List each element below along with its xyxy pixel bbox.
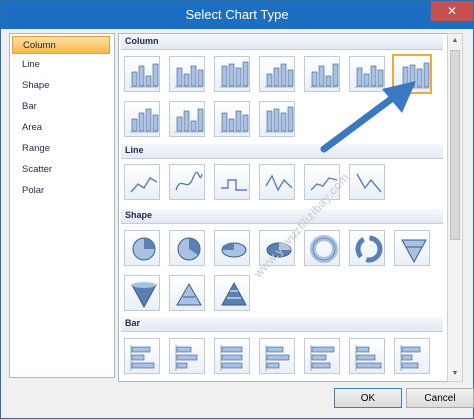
chart-type-line-1[interactable] — [124, 164, 160, 200]
category-item-bar[interactable]: Bar — [12, 98, 110, 116]
chart-type-bar-7[interactable] — [394, 338, 430, 374]
chart-type-line-2[interactable] — [169, 164, 205, 200]
ok-button[interactable]: OK — [334, 388, 402, 408]
chart-thumbnail-icon — [356, 173, 382, 193]
chart-type-column-10[interactable] — [214, 101, 250, 137]
chart-type-line-3[interactable] — [214, 164, 250, 200]
chart-thumbnail-icon — [177, 237, 201, 261]
category-item-range[interactable]: Range — [12, 140, 110, 158]
chart-thumbnail-icon — [130, 108, 159, 133]
chart-type-line-6[interactable] — [349, 164, 385, 200]
chart-thumbnail-icon — [220, 110, 249, 133]
gallery-vertical-scrollbar[interactable]: ▲ ▼ — [447, 33, 463, 382]
section-header-bar: Bar — [121, 317, 443, 332]
chart-thumbnail-icon — [355, 345, 382, 371]
pointer-arrow-icon — [320, 81, 416, 153]
chart-type-bar-4[interactable] — [259, 338, 295, 374]
category-item-shape[interactable]: Shape — [12, 77, 110, 95]
section-label: Column — [125, 36, 159, 46]
chart-type-column-11[interactable] — [259, 101, 295, 137]
chart-thumbnail-icon — [310, 345, 335, 371]
chart-type-bar-1[interactable] — [124, 338, 160, 374]
category-item-scatter[interactable]: Scatter — [12, 161, 110, 179]
chart-type-shape-2[interactable] — [169, 230, 205, 266]
category-item-column[interactable]: Column — [12, 36, 110, 54]
scroll-down-icon[interactable]: ▼ — [448, 367, 462, 381]
chart-thumbnail-icon — [265, 174, 293, 192]
chart-thumbnail-icon — [175, 345, 198, 371]
dialog-title: Select Chart Type — [185, 7, 289, 22]
chart-thumbnail-icon — [221, 281, 247, 306]
chart-thumbnail-icon — [132, 237, 156, 261]
chart-thumbnail-icon — [175, 171, 203, 191]
chart-type-shape-3[interactable] — [214, 230, 250, 266]
chart-type-column-3[interactable] — [214, 56, 250, 92]
chart-type-bar-3[interactable] — [214, 338, 250, 374]
chart-thumbnail-icon — [265, 345, 290, 371]
chart-type-shape-7[interactable] — [394, 230, 430, 266]
chart-category-list: Column Line Shape Bar Area Range Scatter… — [9, 33, 115, 378]
chart-thumbnail-icon — [221, 179, 247, 191]
category-item-polar[interactable]: Polar — [12, 182, 110, 200]
chart-thumbnail-icon — [220, 61, 249, 88]
chart-type-column-2[interactable] — [169, 56, 205, 92]
chart-type-column-1[interactable] — [124, 56, 160, 92]
chart-type-column-8[interactable] — [124, 101, 160, 137]
select-chart-type-dialog: Select Chart Type ✕ Column Line Shape Ba… — [0, 0, 474, 419]
chart-type-bar-5[interactable] — [304, 338, 340, 374]
chart-thumbnail-icon — [176, 282, 202, 306]
chart-type-shape-9[interactable] — [169, 275, 205, 311]
section-label: Shape — [125, 210, 153, 220]
chart-type-column-4[interactable] — [259, 56, 295, 92]
chart-thumbnail-icon — [130, 177, 158, 193]
scroll-up-icon[interactable]: ▲ — [448, 34, 462, 48]
scroll-thumb[interactable] — [450, 50, 460, 240]
chart-thumbnail-icon — [220, 345, 243, 371]
chart-type-shape-6[interactable] — [349, 230, 385, 266]
chart-type-column-9[interactable] — [169, 101, 205, 137]
chart-type-shape-5[interactable] — [304, 230, 340, 266]
section-label: Line — [125, 145, 144, 155]
chart-thumbnail-icon — [401, 239, 427, 264]
section-header-column: Column — [121, 35, 443, 50]
chart-thumbnail-icon — [310, 235, 338, 263]
chart-thumbnail-icon — [130, 63, 159, 88]
chart-thumbnail-icon — [355, 235, 383, 263]
chart-thumbnail-icon — [175, 65, 204, 88]
close-button[interactable]: ✕ — [431, 1, 473, 21]
title-bar: Select Chart Type ✕ — [1, 1, 473, 29]
chart-type-bar-6[interactable] — [349, 338, 385, 374]
chart-thumbnail-icon — [265, 63, 294, 88]
chart-thumbnail-icon — [131, 282, 157, 309]
category-item-area[interactable]: Area — [12, 119, 110, 137]
chart-thumbnail-icon — [221, 242, 247, 258]
chart-thumbnail-icon — [265, 106, 294, 133]
chart-type-shape-8[interactable] — [124, 275, 160, 311]
chart-type-shape-1[interactable] — [124, 230, 160, 266]
section-label: Bar — [125, 318, 141, 328]
chart-thumbnail-icon — [400, 345, 421, 371]
cancel-button[interactable]: Cancel — [406, 388, 474, 408]
chart-type-line-4[interactable] — [259, 164, 295, 200]
chart-thumbnail-icon — [175, 108, 204, 133]
chart-type-shape-10[interactable] — [214, 275, 250, 311]
chart-thumbnail-icon — [130, 345, 155, 371]
category-item-line[interactable]: Line — [12, 56, 110, 74]
section-header-shape: Shape — [121, 209, 443, 224]
chart-type-bar-2[interactable] — [169, 338, 205, 374]
